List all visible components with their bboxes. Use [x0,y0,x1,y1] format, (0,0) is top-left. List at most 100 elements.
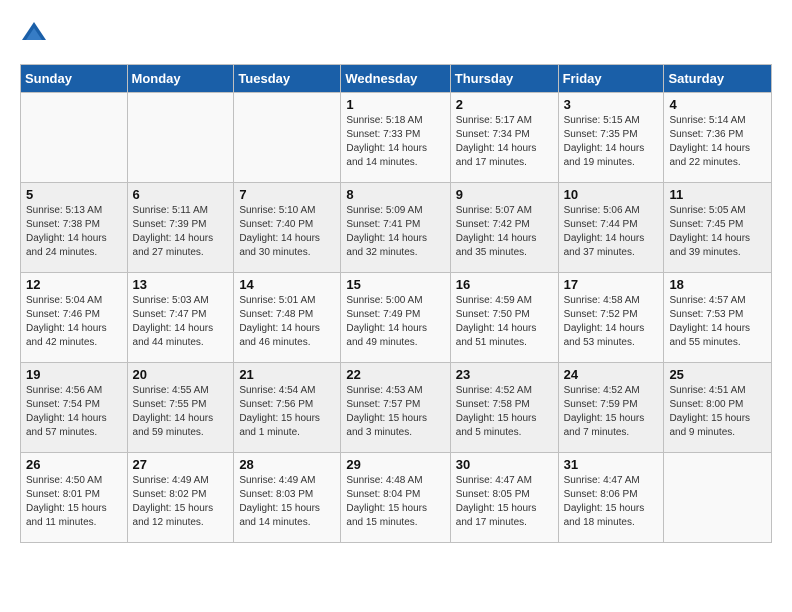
calendar-cell: 5Sunrise: 5:13 AM Sunset: 7:38 PM Daylig… [21,183,128,273]
calendar-cell: 27 Sunrise: 4:49 AM Sunset: 8:02 PM Dayli… [127,453,234,543]
day-number: 2 [456,97,553,112]
calendar-cell: 14 Sunrise: 5:01 AM Sunset: 7:48 PM Dayli… [234,273,341,363]
header-row: SundayMondayTuesdayWednesdayThursdayFrid… [21,65,772,93]
header-cell-thursday: Thursday [450,65,558,93]
calendar-cell: 31 Sunrise: 4:47 AM Sunset: 8:06 PM Dayli… [558,453,664,543]
day-number: 23 [456,367,553,382]
calendar-cell: 6Sunrise: 5:11 AM Sunset: 7:39 PM Daylig… [127,183,234,273]
day-number: 3 [564,97,659,112]
day-number: 14 [239,277,335,292]
day-number: 26 [26,457,122,472]
calendar-header: SundayMondayTuesdayWednesdayThursdayFrid… [21,65,772,93]
day-number: 20 [133,367,229,382]
calendar-cell: 16 Sunrise: 4:59 AM Sunset: 7:50 PM Dayli… [450,273,558,363]
day-detail: Sunrise: 4:51 AM Sunset: 8:00 PM Dayligh… [669,384,766,440]
day-detail: Sunrise: 4:59 AM Sunset: 7:50 PM Dayligh… [456,294,553,350]
day-detail: Sunrise: 5:17 AM Sunset: 7:34 PM Dayligh… [456,114,553,170]
calendar-cell: 30 Sunrise: 4:47 AM Sunset: 8:05 PM Dayli… [450,453,558,543]
week-row-5: 26 Sunrise: 4:50 AM Sunset: 8:01 PM Dayli… [21,453,772,543]
day-detail: Sunrise: 5:07 AM Sunset: 7:42 PM Dayligh… [456,204,553,260]
day-number: 12 [26,277,122,292]
day-detail: Sunrise: 5:01 AM Sunset: 7:48 PM Dayligh… [239,294,335,350]
day-detail: Sunrise: 5:18 AM Sunset: 7:33 PM Dayligh… [346,114,444,170]
calendar-cell: 29Sunrise: 4:48 AM Sunset: 8:04 PM Dayli… [341,453,450,543]
calendar-cell: 24Sunrise: 4:52 AM Sunset: 7:59 PM Dayli… [558,363,664,453]
day-detail: Sunrise: 4:53 AM Sunset: 7:57 PM Dayligh… [346,384,444,440]
header-cell-monday: Monday [127,65,234,93]
calendar-cell: 15 Sunrise: 5:00 AM Sunset: 7:49 PM Dayli… [341,273,450,363]
day-number: 30 [456,457,553,472]
day-number: 4 [669,97,766,112]
calendar-cell: 19 Sunrise: 4:56 AM Sunset: 7:54 PM Dayli… [21,363,128,453]
header-cell-wednesday: Wednesday [341,65,450,93]
calendar-cell: 1 Sunrise: 5:18 AM Sunset: 7:33 PM Daylig… [341,93,450,183]
day-detail: Sunrise: 5:09 AM Sunset: 7:41 PM Dayligh… [346,204,444,260]
day-detail: Sunrise: 5:00 AM Sunset: 7:49 PM Dayligh… [346,294,444,350]
day-detail: Sunrise: 4:49 AM Sunset: 8:02 PM Dayligh… [133,474,229,530]
day-detail: Sunrise: 5:03 AM Sunset: 7:47 PM Dayligh… [133,294,229,350]
week-row-4: 19 Sunrise: 4:56 AM Sunset: 7:54 PM Dayli… [21,363,772,453]
day-detail: Sunrise: 4:54 AM Sunset: 7:56 PM Dayligh… [239,384,335,440]
day-number: 13 [133,277,229,292]
day-number: 9 [456,187,553,202]
day-number: 17 [564,277,659,292]
week-row-1: 1 Sunrise: 5:18 AM Sunset: 7:33 PM Daylig… [21,93,772,183]
day-number: 1 [346,97,444,112]
day-number: 31 [564,457,659,472]
day-detail: Sunrise: 5:05 AM Sunset: 7:45 PM Dayligh… [669,204,766,260]
calendar-body: 1 Sunrise: 5:18 AM Sunset: 7:33 PM Daylig… [21,93,772,543]
day-detail: Sunrise: 4:47 AM Sunset: 8:05 PM Dayligh… [456,474,553,530]
day-number: 15 [346,277,444,292]
header-cell-tuesday: Tuesday [234,65,341,93]
day-detail: Sunrise: 5:14 AM Sunset: 7:36 PM Dayligh… [669,114,766,170]
day-detail: Sunrise: 4:50 AM Sunset: 8:01 PM Dayligh… [26,474,122,530]
day-detail: Sunrise: 4:56 AM Sunset: 7:54 PM Dayligh… [26,384,122,440]
calendar-cell: 25 Sunrise: 4:51 AM Sunset: 8:00 PM Dayli… [664,363,772,453]
day-number: 7 [239,187,335,202]
day-detail: Sunrise: 5:06 AM Sunset: 7:44 PM Dayligh… [564,204,659,260]
calendar-cell [127,93,234,183]
header-cell-saturday: Saturday [664,65,772,93]
calendar-cell [664,453,772,543]
calendar-cell: 4 Sunrise: 5:14 AM Sunset: 7:36 PM Daylig… [664,93,772,183]
day-number: 10 [564,187,659,202]
day-number: 25 [669,367,766,382]
day-number: 16 [456,277,553,292]
calendar-cell: 2 Sunrise: 5:17 AM Sunset: 7:34 PM Daylig… [450,93,558,183]
day-number: 8 [346,187,444,202]
day-detail: Sunrise: 5:04 AM Sunset: 7:46 PM Dayligh… [26,294,122,350]
day-number: 19 [26,367,122,382]
calendar-cell: 7 Sunrise: 5:10 AM Sunset: 7:40 PM Daylig… [234,183,341,273]
calendar-cell [234,93,341,183]
day-number: 11 [669,187,766,202]
day-number: 22 [346,367,444,382]
calendar-cell: 21Sunrise: 4:54 AM Sunset: 7:56 PM Dayli… [234,363,341,453]
header-cell-friday: Friday [558,65,664,93]
day-number: 27 [133,457,229,472]
day-detail: Sunrise: 4:57 AM Sunset: 7:53 PM Dayligh… [669,294,766,350]
day-detail: Sunrise: 5:15 AM Sunset: 7:35 PM Dayligh… [564,114,659,170]
calendar-cell: 10 Sunrise: 5:06 AM Sunset: 7:44 PM Dayli… [558,183,664,273]
day-detail: Sunrise: 4:58 AM Sunset: 7:52 PM Dayligh… [564,294,659,350]
day-number: 5 [26,187,122,202]
calendar-cell: 22 Sunrise: 4:53 AM Sunset: 7:57 PM Dayli… [341,363,450,453]
day-number: 28 [239,457,335,472]
day-detail: Sunrise: 5:11 AM Sunset: 7:39 PM Dayligh… [133,204,229,260]
week-row-2: 5Sunrise: 5:13 AM Sunset: 7:38 PM Daylig… [21,183,772,273]
calendar-cell: 20 Sunrise: 4:55 AM Sunset: 7:55 PM Dayli… [127,363,234,453]
calendar-cell [21,93,128,183]
calendar-cell: 9 Sunrise: 5:07 AM Sunset: 7:42 PM Daylig… [450,183,558,273]
calendar-cell: 3 Sunrise: 5:15 AM Sunset: 7:35 PM Daylig… [558,93,664,183]
day-detail: Sunrise: 4:55 AM Sunset: 7:55 PM Dayligh… [133,384,229,440]
day-detail: Sunrise: 5:10 AM Sunset: 7:40 PM Dayligh… [239,204,335,260]
header-cell-sunday: Sunday [21,65,128,93]
page-header [20,20,772,48]
logo-icon [20,20,48,48]
day-number: 18 [669,277,766,292]
calendar-cell: 8 Sunrise: 5:09 AM Sunset: 7:41 PM Daylig… [341,183,450,273]
calendar-cell: 13 Sunrise: 5:03 AM Sunset: 7:47 PM Dayli… [127,273,234,363]
calendar-cell: 12 Sunrise: 5:04 AM Sunset: 7:46 PM Dayli… [21,273,128,363]
calendar-cell: 23Sunrise: 4:52 AM Sunset: 7:58 PM Dayli… [450,363,558,453]
day-detail: Sunrise: 4:47 AM Sunset: 8:06 PM Dayligh… [564,474,659,530]
day-detail: Sunrise: 4:48 AM Sunset: 8:04 PM Dayligh… [346,474,444,530]
